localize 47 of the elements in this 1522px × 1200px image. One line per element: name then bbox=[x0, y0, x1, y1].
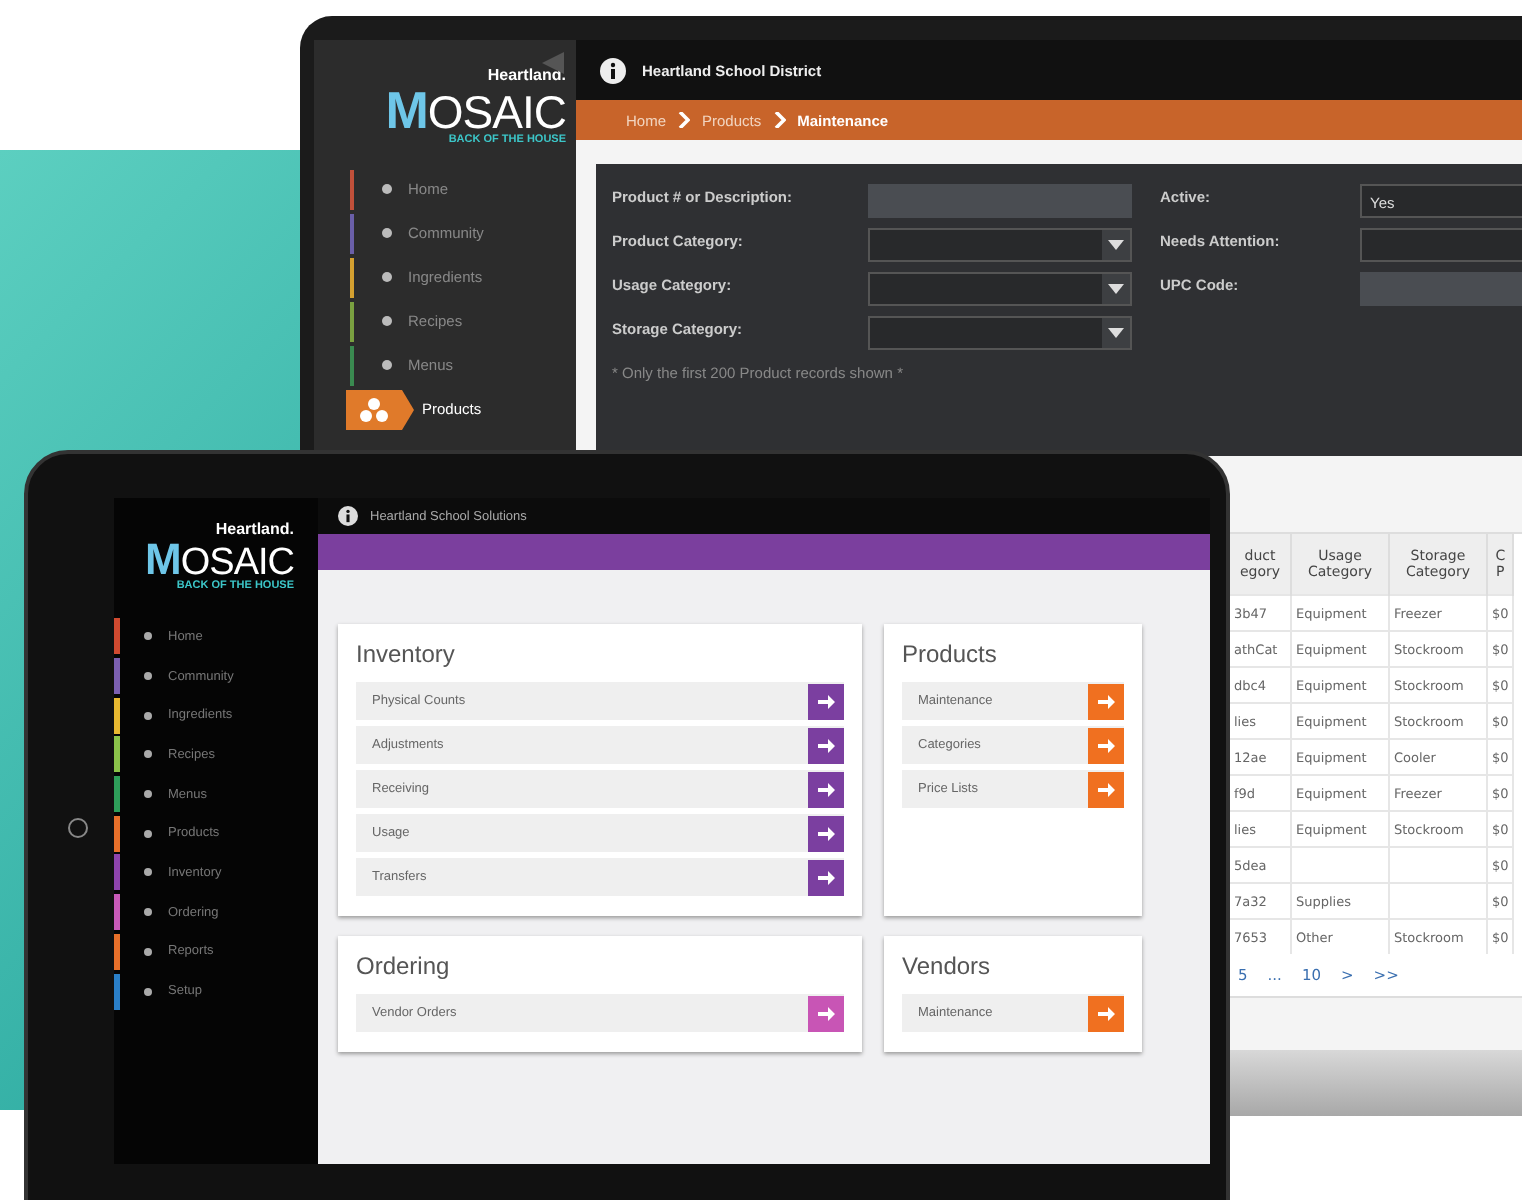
arrow-right-icon[interactable] bbox=[808, 771, 844, 807]
dropdown-field[interactable] bbox=[868, 316, 1132, 350]
card-title: Products bbox=[902, 640, 999, 668]
input-field[interactable] bbox=[1360, 228, 1522, 262]
bullet-icon bbox=[382, 316, 392, 326]
chevron-icon bbox=[678, 112, 691, 128]
logo-brand: Heartland. bbox=[215, 522, 294, 538]
logo-name: MOSAIC bbox=[385, 84, 566, 136]
dropdown-field[interactable] bbox=[868, 228, 1132, 262]
bullet-icon bbox=[382, 228, 392, 238]
arrow-right-icon[interactable] bbox=[1088, 995, 1124, 1031]
bullet-icon bbox=[382, 184, 392, 194]
caret-icon bbox=[1108, 328, 1124, 338]
card-title: Ordering bbox=[356, 952, 452, 980]
caret-icon bbox=[1108, 240, 1124, 250]
bullet-icon bbox=[144, 868, 152, 877]
info-icon bbox=[338, 506, 358, 526]
bullet-icon bbox=[144, 790, 152, 799]
bullet-icon bbox=[144, 908, 152, 917]
bullet-icon bbox=[144, 711, 152, 720]
card-title: Inventory bbox=[356, 640, 457, 668]
bullet-icon bbox=[144, 829, 152, 838]
logo-brand: Heartland. bbox=[487, 68, 566, 84]
bullet-icon bbox=[144, 750, 152, 759]
arrow-right-icon[interactable] bbox=[1088, 727, 1124, 763]
bullet-icon bbox=[144, 947, 152, 956]
input-field[interactable] bbox=[868, 184, 1132, 218]
arrow-right-icon[interactable] bbox=[808, 727, 844, 763]
arrow-right-icon[interactable] bbox=[1088, 771, 1124, 807]
home-button-icon[interactable] bbox=[68, 818, 88, 838]
bullet-icon bbox=[144, 632, 152, 641]
dropdown-field[interactable] bbox=[868, 272, 1132, 306]
caret-icon bbox=[1108, 284, 1124, 294]
bullet-icon bbox=[144, 987, 152, 996]
card-title: Vendors bbox=[902, 952, 993, 980]
arrow-right-icon[interactable] bbox=[808, 859, 844, 895]
arrow-right-icon[interactable] bbox=[808, 815, 844, 851]
info-icon bbox=[600, 57, 626, 83]
arrow-right-icon[interactable] bbox=[808, 683, 844, 719]
bullet-icon bbox=[144, 672, 152, 681]
bullet-icon bbox=[382, 360, 392, 370]
arrow-right-icon[interactable] bbox=[808, 995, 844, 1031]
logo-name: MOSAIC bbox=[145, 538, 294, 582]
bullet-icon bbox=[382, 272, 392, 282]
input-field[interactable] bbox=[1360, 272, 1522, 306]
chevron-icon bbox=[773, 112, 786, 128]
arrow-right-icon[interactable] bbox=[1088, 683, 1124, 719]
